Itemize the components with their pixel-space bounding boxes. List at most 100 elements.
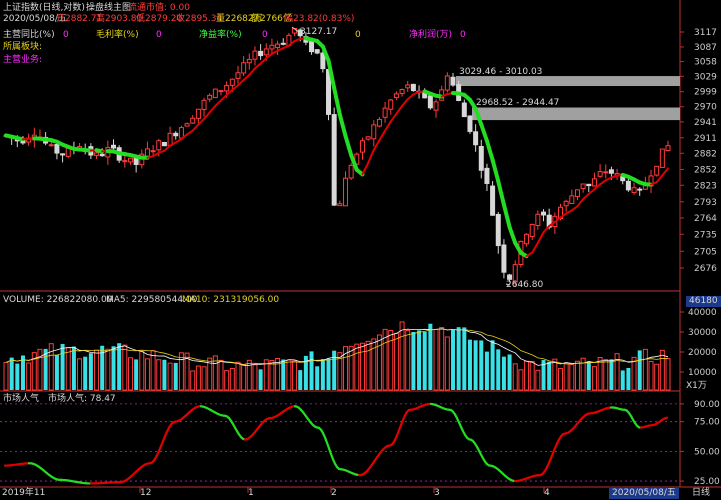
volume-bar (320, 359, 325, 390)
footer-current-date: 2020/05/08/五 (609, 488, 679, 499)
volume-bar (77, 358, 83, 391)
zone2-label: 2968.52 - 2944.47 (476, 98, 560, 108)
volume-bar (518, 369, 524, 391)
trend-line-segment (203, 111, 211, 121)
candle-body (144, 148, 150, 157)
candle-body (388, 99, 394, 110)
indicator-tab[interactable]: 操盘线主图 (86, 3, 131, 14)
candle-body (173, 132, 179, 137)
price-tick-label: 3029 (694, 72, 717, 82)
volume-bar (60, 343, 65, 390)
price-tick-label: 2911 (694, 134, 717, 144)
candle-body (65, 147, 71, 157)
fund-value-4: 0 (460, 30, 466, 40)
candle-body (405, 84, 411, 89)
price-tick-label: 2970 (694, 103, 717, 113)
popularity-tick-label: 50.00 (694, 447, 720, 457)
candle-body (541, 211, 547, 216)
volume-bar (156, 359, 162, 391)
price-tick-label: 2676 (694, 264, 717, 274)
volume-bar (552, 358, 558, 391)
candle-body (597, 171, 603, 177)
volume-bar (428, 323, 433, 390)
candle-body (371, 124, 377, 140)
candle-body (382, 107, 388, 118)
volume-bar (235, 361, 241, 391)
candle-body (586, 183, 592, 187)
trend-line-segment (220, 93, 228, 102)
candle-body (659, 148, 665, 168)
trend-line-segment (490, 157, 501, 184)
candle-body (190, 117, 196, 124)
candle-body (275, 43, 281, 49)
candle-body (60, 153, 66, 156)
volume-bar (127, 357, 133, 391)
trend-line-segment (186, 129, 194, 136)
price-tick-label: 2823 (694, 181, 717, 191)
volume-bar (190, 370, 196, 391)
volume-bar (326, 358, 331, 390)
volume-bar (365, 340, 371, 391)
volume-bar (501, 356, 506, 390)
candle-body (637, 188, 643, 191)
period-tab[interactable]: 日线 (692, 488, 710, 499)
candle-body (501, 244, 507, 273)
volume-bar (15, 363, 20, 390)
volume-bar (43, 348, 48, 390)
trend-line-segment (191, 123, 200, 132)
volume-bar (275, 357, 281, 391)
volume-bar (563, 362, 569, 391)
candle-body (195, 108, 201, 119)
volume-bar (144, 358, 150, 391)
volume-bar (439, 327, 445, 391)
fund-value-2: 0 (156, 30, 162, 40)
low-annotation: 2646.80 (506, 280, 544, 290)
volume-tick-label: 10000 (688, 368, 717, 378)
volume-bar (654, 363, 660, 391)
volume-bar (65, 346, 71, 391)
volume-bar (479, 340, 484, 390)
candle-body (495, 214, 501, 247)
volume-ma10: MA10: 231319056.00 (182, 295, 280, 305)
candle-body (461, 102, 467, 118)
trend-line-segment (389, 112, 398, 123)
candle-body (524, 233, 530, 245)
candle-body (484, 167, 490, 184)
trend-line-segment (332, 86, 342, 117)
volume-bar (467, 339, 472, 390)
trend-line-segment (395, 104, 404, 115)
trend-line-segment (174, 137, 183, 144)
candle-body (224, 84, 230, 92)
price-tick-label: 2705 (694, 247, 717, 257)
volume-bar (529, 361, 535, 391)
popularity-tick-label: 90.00 (694, 400, 720, 410)
stock-chart[interactable]: 3117 3087 3058 3029 2999 2970 2941 2911 2882 2852… (0, 0, 721, 500)
trend-line-segment (236, 78, 245, 87)
volume-ma5-line (5, 328, 669, 366)
trend-line-segment (361, 162, 370, 176)
volume-bar (354, 343, 360, 391)
candle-body (478, 146, 484, 171)
volume-tick-label: 40000 (688, 308, 717, 318)
trend-line-segment (576, 198, 585, 208)
candle-body (563, 200, 569, 207)
popularity-value: 市场人气: 78.47 (48, 394, 116, 404)
indicator-status: 流通市值: 0.00 (128, 3, 190, 13)
candle-body (376, 118, 382, 127)
trend-line-segment (507, 225, 518, 246)
volume-bar (48, 343, 54, 391)
candle-body (252, 50, 258, 60)
volume-bar (3, 361, 9, 391)
candle-body (665, 145, 671, 152)
candle-body (331, 114, 337, 206)
candle-body (156, 140, 162, 151)
candle-body (229, 78, 235, 86)
candle-body (654, 165, 660, 176)
volume-bar (376, 334, 382, 391)
candle-body (427, 95, 433, 109)
volume-bar (456, 327, 461, 390)
trend-line-segment (197, 118, 206, 126)
volume-bar (388, 329, 394, 391)
popularity-tick-label: 25.00 (694, 477, 720, 487)
volume-bar (586, 361, 591, 390)
